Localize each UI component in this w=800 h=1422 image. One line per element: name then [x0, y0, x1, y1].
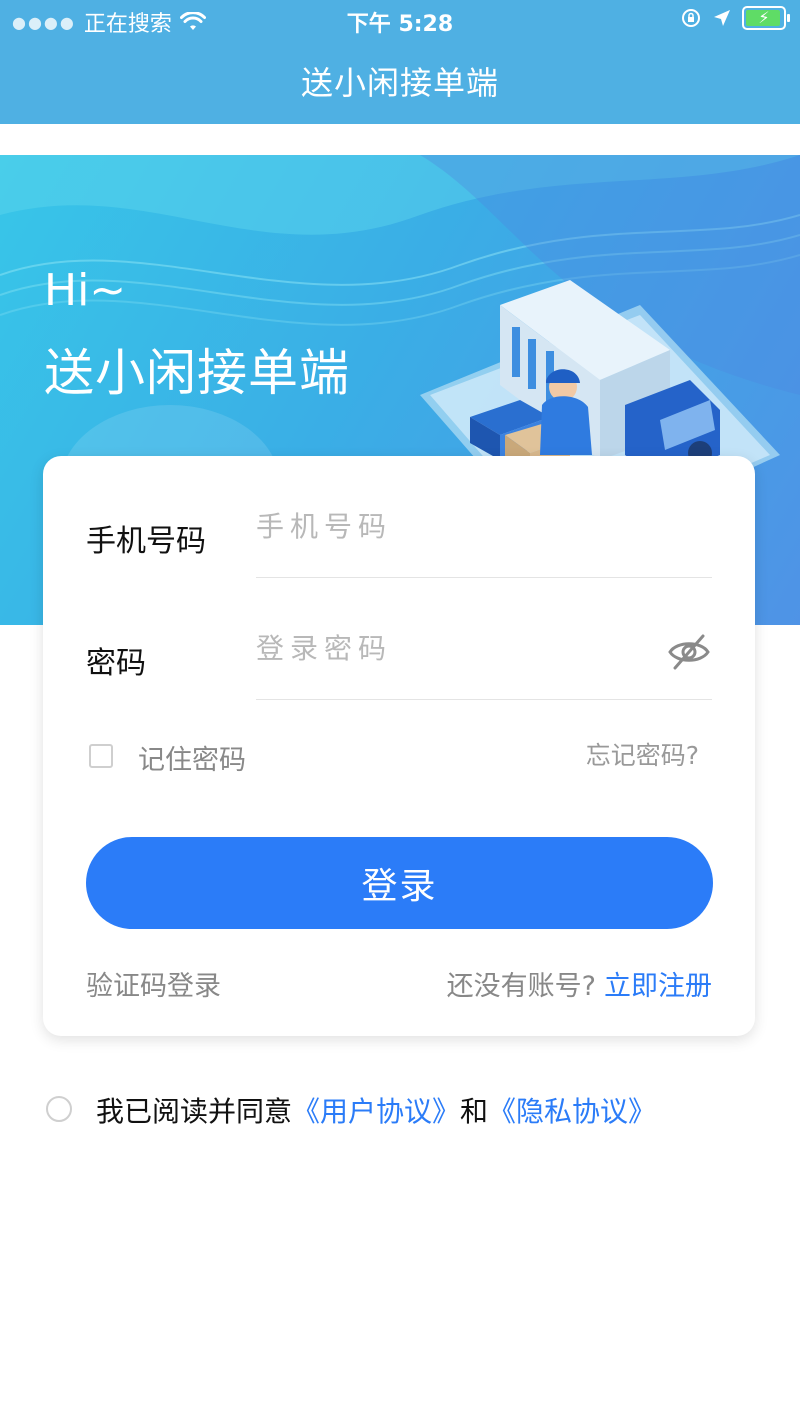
- top-bar: ●●●● 正在搜索 下午 5:28 ⚡ 送小闲接单端: [0, 0, 800, 124]
- password-input[interactable]: [256, 618, 656, 678]
- phone-input[interactable]: [256, 496, 712, 556]
- privacy-agreement-link[interactable]: 《隐私协议》: [488, 1095, 656, 1128]
- phone-underline: [256, 577, 712, 578]
- login-button[interactable]: 登录: [86, 837, 713, 929]
- password-underline: [256, 699, 712, 700]
- orientation-lock-icon: [682, 9, 700, 27]
- nav-title: 送小闲接单端: [300, 64, 499, 102]
- user-agreement-link[interactable]: 《用户协议》: [292, 1095, 460, 1128]
- password-label: 密码: [86, 646, 146, 681]
- sms-login-link[interactable]: 验证码登录: [86, 964, 221, 1003]
- phone-label: 手机号码: [86, 524, 206, 559]
- agreement-prefix: 我已阅读并同意: [96, 1095, 293, 1128]
- battery-icon: ⚡: [742, 6, 790, 30]
- remember-checkbox[interactable]: [89, 744, 113, 768]
- no-account-text: 还没有账号?: [446, 971, 596, 1002]
- banner-greeting: Hi~: [44, 265, 127, 316]
- agreement-radio[interactable]: [46, 1096, 72, 1122]
- register-prompt: 还没有账号? 立即注册: [447, 964, 712, 1003]
- remember-label[interactable]: 记住密码: [138, 738, 246, 777]
- agreement-text: 我已阅读并同意《用户协议》和《隐私协议》: [96, 1090, 656, 1130]
- login-card: 手机号码 密码 记住密码 忘记密码? 登录 验证码登录 还没有账号? 立即注册: [43, 456, 755, 1036]
- status-right: ⚡: [680, 6, 790, 30]
- eye-off-icon[interactable]: [667, 632, 711, 672]
- forgot-password-link[interactable]: 忘记密码?: [586, 736, 699, 772]
- register-link[interactable]: 立即注册: [604, 971, 712, 1002]
- agreement-and: 和: [460, 1095, 489, 1128]
- banner-title: 送小闲接单端: [44, 344, 350, 402]
- location-arrow-icon: [714, 10, 730, 26]
- status-bar: ●●●● 正在搜索 下午 5:28 ⚡: [0, 0, 800, 40]
